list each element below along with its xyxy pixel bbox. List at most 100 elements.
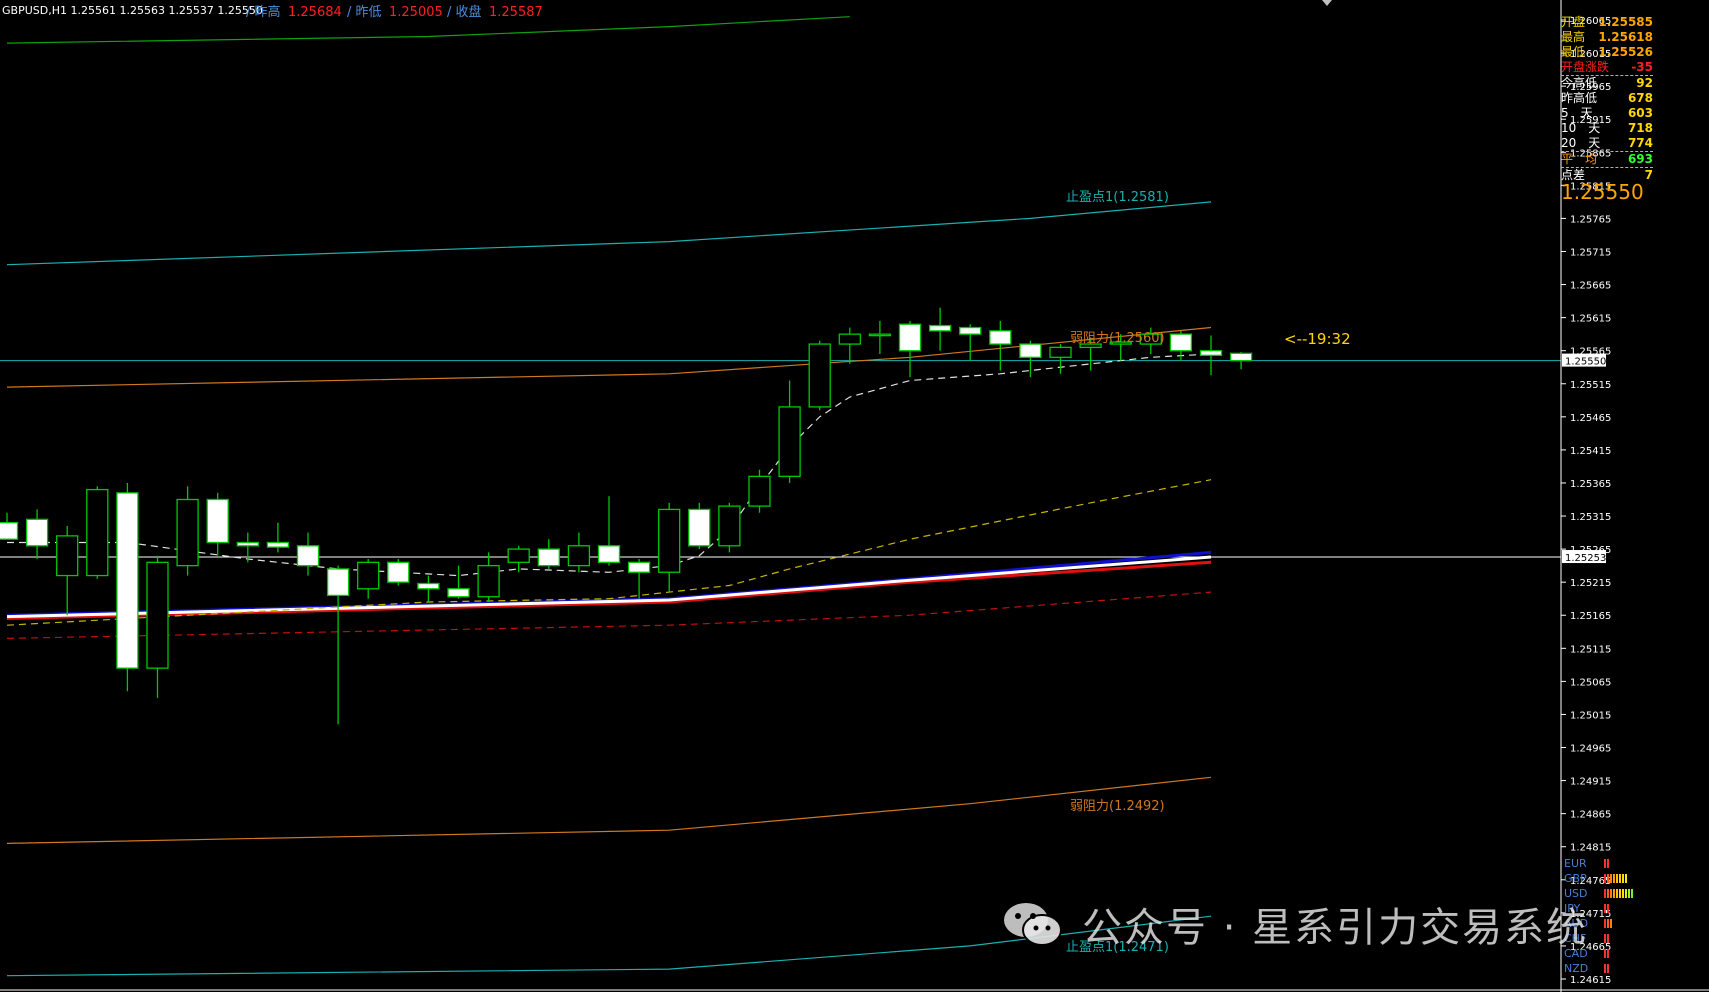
strength-bar (1613, 889, 1615, 898)
candle-body (447, 588, 470, 598)
stat-value: 774 (1627, 136, 1653, 150)
stat-label: 10 天 (1561, 121, 1601, 135)
countdown-timer: <--19:32 (1284, 330, 1351, 348)
y-tick-label: 1.25465 (1570, 413, 1611, 424)
candle-body (507, 548, 530, 563)
price-label: 1.25550 (1565, 357, 1606, 368)
y-tick-label: 1.25165 (1570, 611, 1611, 622)
strength-bars (1604, 949, 1609, 958)
prev-high-label: / 昨高 (246, 4, 281, 20)
candle (688, 502, 711, 550)
strength-bar (1625, 889, 1627, 898)
candle-body (688, 508, 711, 547)
candle-body (627, 561, 651, 573)
candle-body (1049, 346, 1072, 358)
candle-body (206, 498, 229, 544)
candle-body (989, 330, 1012, 345)
chart-canvas[interactable]: 1.260651.260151.259651.259151.258651.258… (0, 0, 1709, 992)
stat-value: -35 (1631, 60, 1653, 74)
strength-bar (1604, 964, 1606, 973)
candle-body (778, 406, 801, 478)
resist-upper-label: 弱阻力(1.2560) (1070, 331, 1165, 346)
stat-row: 5 天 603 (1561, 106, 1653, 121)
stat-label: 昨高低 (1561, 91, 1598, 105)
wechat-icon (1002, 900, 1064, 948)
strength-bar (1622, 874, 1624, 883)
candle-body (898, 323, 922, 352)
candle-body (477, 564, 500, 598)
strength-bars (1604, 904, 1609, 913)
candle-body (236, 541, 259, 547)
currency-name: NZD (1564, 962, 1589, 975)
stat-row: 10 天 718 (1561, 121, 1653, 136)
stat-value: 693 (1627, 152, 1653, 166)
y-tick-label: 1.24615 (1570, 975, 1611, 986)
resist-lower-label: 弱阻力(1.2492) (1070, 799, 1165, 814)
stat-value: 1.25526 (1598, 45, 1653, 59)
stat-value: 7 (1644, 168, 1653, 182)
currency-name: GBP (1564, 872, 1587, 885)
strength-bar (1607, 934, 1609, 943)
strength-bar (1628, 889, 1630, 898)
candle-body (25, 518, 49, 547)
strength-bar (1607, 949, 1609, 958)
strength-bars (1604, 874, 1627, 883)
stat-label: 平 均 (1561, 152, 1598, 166)
stat-label: 开盘 (1561, 15, 1586, 29)
strength-bars (1604, 919, 1612, 928)
y-tick-label: 1.24965 (1570, 744, 1611, 755)
strength-bar (1604, 889, 1606, 898)
strength-bars (1604, 889, 1633, 898)
candle (86, 486, 109, 579)
strength-bar (1631, 889, 1633, 898)
candle-body (537, 548, 560, 567)
candle (748, 469, 771, 513)
candle-body (928, 324, 952, 332)
candle-body (808, 343, 831, 408)
y-tick-label: 1.25365 (1570, 479, 1611, 490)
y-tick-label: 1.25065 (1570, 677, 1611, 688)
y-tick-label: 1.25115 (1570, 644, 1611, 655)
watermark: 公众号 · 星系引力交易系统 (1002, 895, 1588, 953)
candle-body (266, 541, 290, 548)
strength-bar (1625, 874, 1627, 883)
strength-bar (1604, 904, 1606, 913)
candle-body (0, 521, 19, 540)
candle-body (658, 508, 681, 573)
y-tick-label: 1.25765 (1570, 214, 1611, 225)
stat-label: 最低 (1561, 45, 1586, 59)
candle-body (296, 545, 320, 567)
strength-bar (1613, 874, 1615, 883)
candle (387, 559, 410, 586)
strength-bar (1610, 919, 1612, 928)
stat-value: 1.25585 (1598, 15, 1653, 29)
candle-body (86, 488, 109, 577)
candle-body (116, 492, 139, 669)
y-tick-label: 1.24915 (1570, 777, 1611, 788)
stat-value: 92 (1636, 76, 1653, 90)
strength-bar (1607, 889, 1609, 898)
candle-body (1229, 352, 1253, 362)
candle-body (387, 561, 410, 583)
price-label: 1.25253 (1565, 553, 1606, 564)
strength-bar (1607, 859, 1609, 868)
strength-bar (1604, 919, 1606, 928)
y-tick-label: 1.25615 (1570, 314, 1611, 325)
candle-body (146, 561, 169, 669)
strength-bar (1604, 874, 1606, 883)
strength-bar (1607, 919, 1609, 928)
y-tick-label: 1.25715 (1570, 247, 1611, 258)
stat-row: 最高 1.25618 (1561, 30, 1653, 45)
candle-body (868, 333, 892, 337)
strength-bar (1616, 874, 1618, 883)
currency-row: GBP (1564, 871, 1633, 886)
currency-name: EUR (1564, 857, 1587, 870)
candle-body (1019, 343, 1042, 358)
stat-row: 平 均 693 (1561, 152, 1653, 168)
stat-label: 今高低 (1561, 76, 1598, 90)
stat-value: 718 (1627, 121, 1653, 135)
stat-value: 603 (1627, 106, 1653, 120)
chart-window: 1.26065 1.26015 1.25965 1.25915 1.25865 1.258… (0, 0, 1709, 992)
stat-label: 5 天 (1561, 106, 1593, 120)
candle-body (838, 333, 861, 345)
